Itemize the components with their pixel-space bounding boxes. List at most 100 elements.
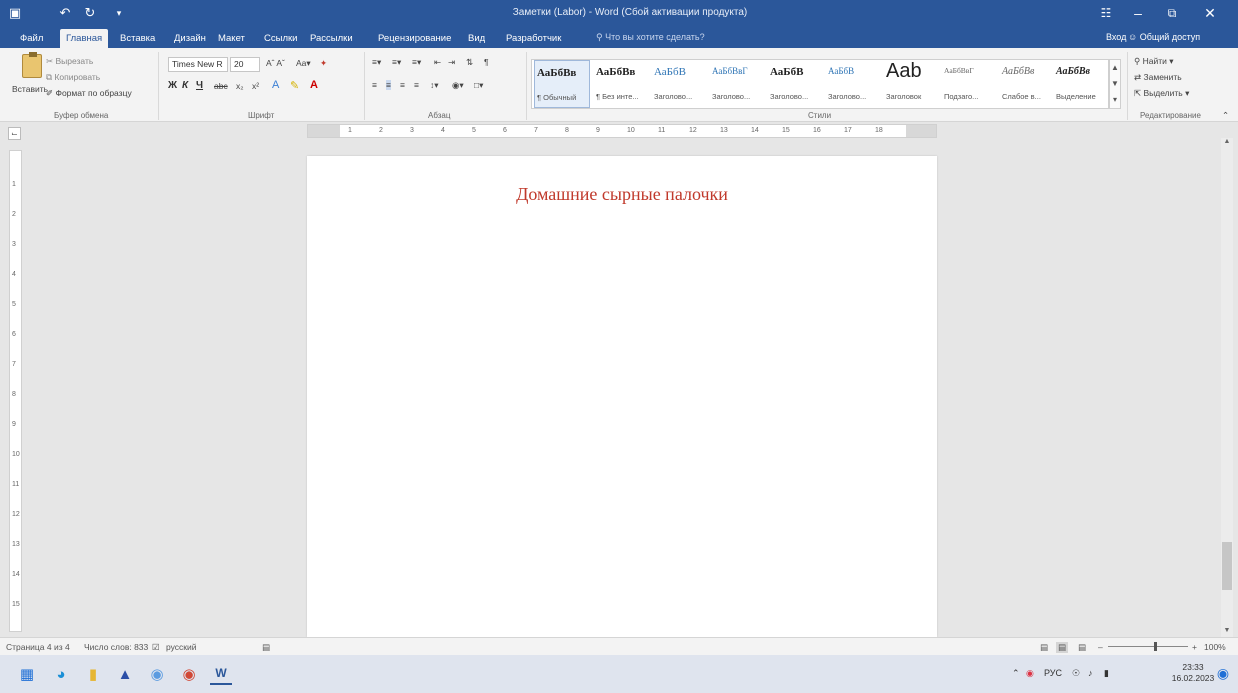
multilevel-list-icon[interactable]: ≡▾ — [412, 57, 421, 68]
style-item-heading-2[interactable]: АаБбВвГ Заголово... — [710, 60, 766, 108]
format-painter-button[interactable]: ✐ Формат по образцу — [46, 88, 132, 99]
input-language[interactable]: РУС — [1044, 668, 1062, 678]
align-center-icon[interactable]: ≡ — [386, 80, 391, 90]
chrome-icon[interactable]: ◉ — [178, 663, 200, 685]
signin-link[interactable]: Вход — [1106, 32, 1126, 42]
word-icon[interactable]: W — [210, 663, 232, 685]
tab-insert[interactable]: Вставка — [114, 29, 161, 48]
bold-button[interactable]: Ж — [168, 80, 177, 91]
paste-icon[interactable] — [22, 52, 42, 78]
tab-home[interactable]: Главная — [60, 29, 109, 48]
tab-references[interactable]: Ссылки — [258, 29, 303, 48]
wifi-icon[interactable]: ☉ — [1072, 668, 1080, 679]
style-item-heading-4[interactable]: АаБбВ Заголово... — [826, 60, 882, 108]
word-count[interactable]: Число слов: 833 — [84, 642, 148, 652]
scroll-down-icon[interactable]: ▼ — [1221, 627, 1233, 637]
style-item-heading-1[interactable]: АаБбВ Заголово... — [652, 60, 708, 108]
superscript-button[interactable]: x² — [252, 81, 259, 91]
horizontal-ruler[interactable]: 1 2 3 4 5 6 7 8 9 10 11 12 13 14 15 16 17 18 — [307, 124, 937, 138]
zoom-slider-thumb[interactable] — [1154, 642, 1157, 651]
align-left-icon[interactable]: ≡ — [372, 80, 377, 90]
select-button[interactable]: ⇱ Выделить ▾ — [1134, 88, 1189, 99]
style-item-subtitle[interactable]: АаБбВвГ Подзаго... — [942, 60, 998, 108]
app-icon[interactable]: ▲ — [114, 663, 136, 685]
sort-icon[interactable]: ⇅ — [466, 57, 473, 68]
styles-gallery-scroll[interactable]: ▲ ▼ ▾ — [1109, 59, 1121, 109]
minimize-icon[interactable]: – — [1124, 3, 1152, 23]
clock[interactable]: 23:33 16.02.2023 — [1170, 662, 1216, 684]
grow-font-icon[interactable]: Aˆ Aˇ — [266, 58, 285, 68]
underline-button[interactable]: Ч — [196, 80, 203, 91]
strikethrough-button[interactable]: abc — [214, 81, 228, 91]
replace-button[interactable]: ⇄ Заменить — [1134, 72, 1182, 83]
notifications-icon[interactable]: ◉ — [1214, 664, 1232, 682]
scroll-thumb[interactable] — [1222, 542, 1232, 590]
style-item-title[interactable]: Aab Заголовок — [884, 60, 940, 108]
read-mode-icon[interactable]: ▤ — [1040, 642, 1048, 653]
decrease-indent-icon[interactable]: ⇤ — [434, 57, 441, 68]
align-right-icon[interactable]: ≡ — [400, 80, 405, 90]
undo-icon[interactable]: ↶ — [56, 4, 74, 22]
proofing-icon[interactable]: ☑ — [152, 642, 160, 653]
language-indicator[interactable]: русский — [166, 642, 197, 652]
vertical-ruler[interactable]: 1 2 3 4 5 6 7 8 9 10 11 12 13 14 15 — [9, 150, 22, 632]
increase-indent-icon[interactable]: ⇥ — [448, 57, 455, 68]
tell-me-box[interactable]: ⚲ Что вы хотите сделать? — [596, 32, 705, 43]
collapse-ribbon-icon[interactable]: ⌃ — [1222, 110, 1229, 121]
bullets-icon[interactable]: ≡▾ — [372, 57, 381, 68]
highlight-icon[interactable]: ✎ — [290, 79, 299, 92]
cut-button[interactable]: ✂ Вырезать — [46, 56, 93, 67]
italic-button[interactable]: К — [182, 80, 188, 91]
font-size-combo[interactable]: 20 — [230, 57, 260, 72]
style-item-no-spacing[interactable]: АаБбВв ¶ Без инте... — [594, 60, 650, 108]
edge-icon[interactable]: ◕ — [50, 663, 72, 685]
document-page[interactable]: Домашние сырные палочки — [307, 156, 937, 637]
tray-app-icon[interactable]: ◉ — [1026, 668, 1034, 679]
maximize-icon[interactable]: ⧉ — [1158, 3, 1186, 23]
document-title[interactable]: Домашние сырные палочки — [307, 184, 937, 205]
close-icon[interactable]: ✕ — [1196, 3, 1224, 23]
volume-icon[interactable]: ♪ — [1088, 668, 1093, 678]
save-icon[interactable]: ▣ — [6, 4, 24, 22]
text-effects-icon[interactable]: A — [272, 79, 279, 91]
tab-review[interactable]: Рецензирование — [372, 29, 457, 48]
web-layout-icon[interactable]: ▤ — [1078, 642, 1086, 653]
tab-view[interactable]: Вид — [462, 29, 491, 48]
windows-icon[interactable]: ▦ — [16, 663, 38, 685]
explorer-icon[interactable]: ▮ — [82, 663, 104, 685]
tab-file[interactable]: Файл — [14, 29, 49, 48]
numbering-icon[interactable]: ≡▾ — [392, 57, 401, 68]
tab-mailings[interactable]: Рассылки — [304, 29, 359, 48]
ribbon-display-icon[interactable]: ☷ — [1092, 3, 1120, 23]
style-item-normal[interactable]: АаБбВв ¶ Обычный — [534, 60, 590, 108]
scroll-up-icon[interactable]: ▲ — [1221, 138, 1233, 148]
tab-design[interactable]: Дизайн — [168, 29, 212, 48]
shading-icon[interactable]: ◉▾ — [452, 80, 464, 91]
borders-icon[interactable]: □▾ — [474, 80, 483, 91]
battery-icon[interactable]: ▮ — [1104, 668, 1109, 679]
find-button[interactable]: ⚲ Найти ▾ — [1134, 56, 1174, 67]
style-item-subtle-emphasis[interactable]: АаБбВв Слабое в... — [1000, 60, 1052, 108]
copy-button[interactable]: ⧉ Копировать — [46, 72, 100, 83]
store-icon[interactable]: ◉ — [146, 663, 168, 685]
tab-developer[interactable]: Разработчик — [500, 29, 567, 48]
pilcrow-icon[interactable]: ¶ — [484, 57, 489, 67]
customize-icon[interactable]: ▾ — [112, 4, 126, 22]
tab-layout[interactable]: Макет — [212, 29, 251, 48]
font-name-combo[interactable]: Times New R — [168, 57, 228, 72]
zoom-in-icon[interactable]: + — [1192, 642, 1197, 652]
page-count[interactable]: Страница 4 из 4 — [6, 642, 70, 652]
tray-overflow-icon[interactable]: ⌃ — [1012, 668, 1020, 679]
font-color-icon[interactable]: A — [310, 79, 318, 91]
redo-icon[interactable]: ↻ — [82, 4, 98, 22]
zoom-level[interactable]: 100% — [1204, 642, 1226, 652]
line-spacing-icon[interactable]: ↕▾ — [430, 80, 439, 91]
paste-button[interactable]: Вставить — [12, 84, 48, 94]
vertical-scrollbar[interactable]: ▲ ▼ — [1221, 138, 1233, 637]
zoom-out-icon[interactable]: – — [1098, 642, 1103, 652]
justify-icon[interactable]: ≡ — [414, 80, 419, 90]
style-item-emphasis[interactable]: АаБбВв Выделение — [1054, 60, 1106, 108]
ruler-toggle-icon[interactable]: ⌙ — [8, 127, 21, 140]
style-item-heading-3[interactable]: АаБбВ Заголово... — [768, 60, 824, 108]
change-case-icon[interactable]: Aa▾ — [296, 58, 311, 69]
